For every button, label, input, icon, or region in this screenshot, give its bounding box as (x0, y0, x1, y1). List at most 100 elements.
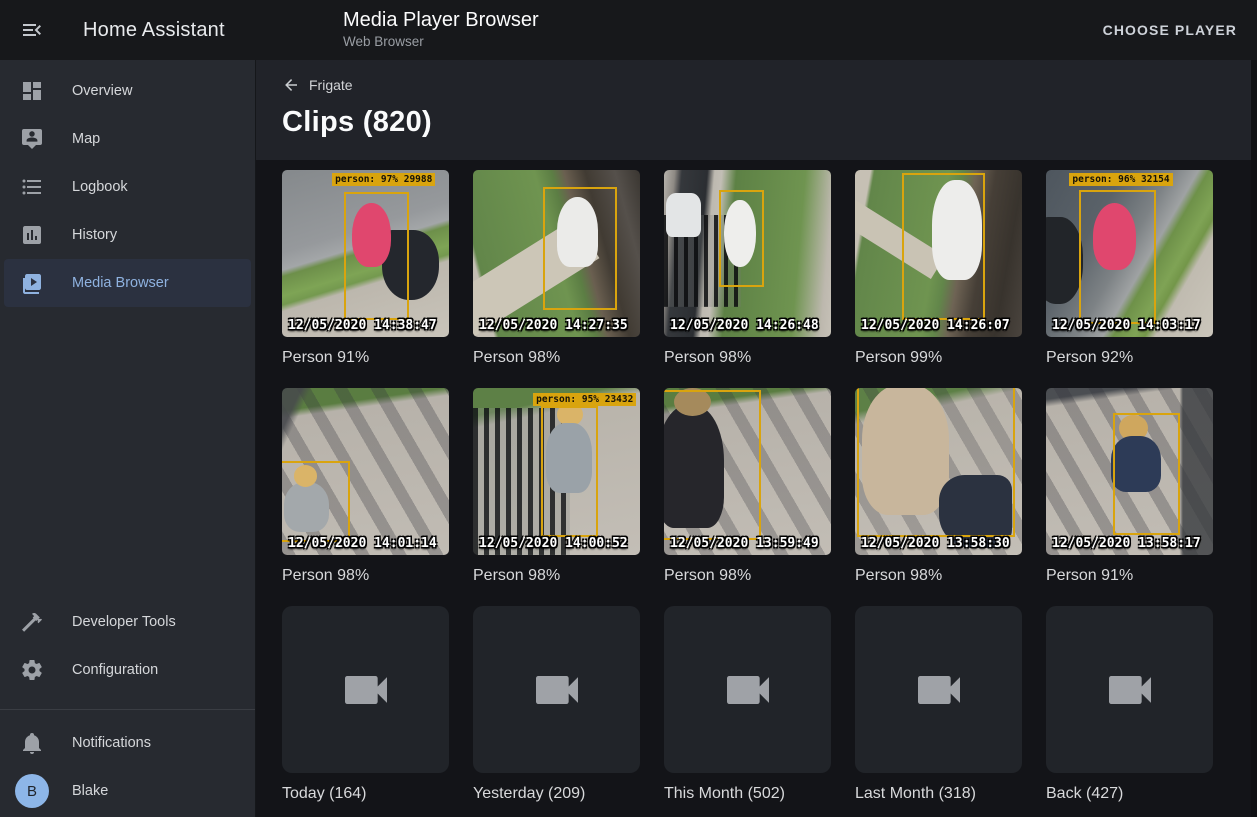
clip-timestamp-overlay: 12/05/2020 13:58:30 (861, 536, 1010, 551)
clip-caption: Person 98% (664, 349, 831, 367)
clip-thumbnail[interactable]: person: 97% 29988 12/05/2020 14:38:47 (282, 170, 449, 337)
play-box-multiple-icon (20, 271, 44, 295)
clip-timestamp-overlay: 12/05/2020 14:38:47 (288, 318, 437, 333)
clip-card: person: 97% 29988 12/05/2020 14:38:47 Pe… (282, 170, 449, 367)
clip-card: 12/05/2020 13:58:17 Person 91% (1046, 388, 1213, 585)
app-title: Home Assistant (83, 19, 225, 42)
video-icon (529, 662, 585, 718)
folder-card: This Month (502) (664, 606, 831, 803)
detection-label: person: 95% 23432 (533, 393, 636, 406)
clip-thumbnail[interactable]: person: 96% 32154 12/05/2020 14:03:17 (1046, 170, 1213, 337)
sidebar-item-user[interactable]: B Blake (0, 767, 255, 815)
sidebar-item-logbook[interactable]: Logbook (0, 163, 255, 211)
choose-player-button[interactable]: CHOOSE PLAYER (1095, 12, 1245, 48)
sidebar-item-overview[interactable]: Overview (0, 67, 255, 115)
folder-caption: Today (164) (282, 785, 449, 803)
clip-card: 12/05/2020 13:58:30 Person 98% (855, 388, 1022, 585)
folder-caption: This Month (502) (664, 785, 831, 803)
clip-card: 12/05/2020 14:26:07 Person 99% (855, 170, 1022, 367)
clip-thumbnail[interactable]: 12/05/2020 13:59:49 (664, 388, 831, 555)
page-header-subtitle: Web Browser (343, 34, 539, 49)
page-header-title: Media Player Browser (343, 8, 539, 32)
sidebar-nav: Overview Map Logbook History Media Brows… (0, 60, 255, 307)
sidebar-divider (0, 709, 255, 710)
clip-caption: Person 98% (473, 349, 640, 367)
sidebar-item-configuration[interactable]: Configuration (0, 646, 255, 694)
chart-box-icon (20, 223, 44, 247)
folder-thumbnail[interactable] (282, 606, 449, 773)
sidebar-toggle-button[interactable] (8, 6, 56, 54)
page-title: Clips (820) (282, 106, 1231, 139)
sidebar-nav-bottom: Developer Tools Configuration (0, 598, 255, 694)
format-list-bulleted-icon (20, 175, 44, 199)
folder-card: Last Month (318) (855, 606, 1022, 803)
scrollbar[interactable] (1251, 60, 1257, 817)
sidebar-item-map[interactable]: Map (0, 115, 255, 163)
folder-caption: Yesterday (209) (473, 785, 640, 803)
clip-thumbnail[interactable]: 12/05/2020 14:27:35 (473, 170, 640, 337)
clip-caption: Person 99% (855, 349, 1022, 367)
clip-card: 12/05/2020 14:27:35 Person 98% (473, 170, 640, 367)
player-header: Media Player Browser Web Browser (343, 8, 539, 49)
video-icon (338, 662, 394, 718)
cog-icon (20, 658, 44, 682)
detection-bounding-box (664, 390, 761, 540)
video-icon (911, 662, 967, 718)
sidebar-item-history[interactable]: History (0, 211, 255, 259)
detection-label: person: 97% 29988 (332, 173, 435, 186)
clip-thumbnail[interactable]: person: 95% 23432 12/05/2020 14:00:52 (473, 388, 640, 555)
clip-timestamp-overlay: 12/05/2020 14:03:17 (1052, 318, 1201, 333)
folder-caption: Last Month (318) (855, 785, 1022, 803)
folder-card: Yesterday (209) (473, 606, 640, 803)
clip-caption: Person 98% (855, 567, 1022, 585)
breadcrumb-back[interactable]: Frigate (282, 76, 353, 94)
clip-caption: Person 98% (282, 567, 449, 585)
detection-bounding-box (282, 461, 350, 541)
sidebar-spacer (0, 307, 255, 598)
folder-card: Back (427) (1046, 606, 1213, 803)
notifications-label: Notifications (72, 735, 151, 751)
clip-card: person: 95% 23432 12/05/2020 14:00:52 Pe… (473, 388, 640, 585)
video-icon (1102, 662, 1158, 718)
clip-timestamp-overlay: 12/05/2020 13:58:17 (1052, 536, 1201, 551)
detection-bounding-box (541, 406, 598, 536)
sidebar-item-developer-tools[interactable]: Developer Tools (0, 598, 255, 646)
sidebar-item-label: Media Browser (72, 275, 169, 291)
folder-thumbnail[interactable] (664, 606, 831, 773)
sidebar-item-label: Developer Tools (72, 614, 176, 630)
clip-timestamp-overlay: 12/05/2020 14:00:52 (479, 536, 628, 551)
folder-thumbnail[interactable] (473, 606, 640, 773)
sidebar-item-label: Configuration (72, 662, 158, 678)
clip-thumbnail[interactable]: 12/05/2020 14:26:07 (855, 170, 1022, 337)
clip-caption: Person 91% (282, 349, 449, 367)
clip-card: 12/05/2020 14:26:48 Person 98% (664, 170, 831, 367)
clip-caption: Person 91% (1046, 567, 1213, 585)
breadcrumb-label: Frigate (309, 77, 353, 93)
clip-timestamp-overlay: 12/05/2020 14:26:07 (861, 318, 1010, 333)
sidebar-item-label: Overview (72, 83, 132, 99)
sidebar-item-notifications[interactable]: Notifications (0, 719, 255, 767)
clip-caption: Person 98% (473, 567, 640, 585)
clip-timestamp-overlay: 12/05/2020 14:26:48 (670, 318, 819, 333)
bell-icon (20, 731, 44, 755)
sidebar-item-media-browser[interactable]: Media Browser (4, 259, 251, 307)
clip-timestamp-overlay: 12/05/2020 13:59:49 (670, 536, 819, 551)
sidebar-item-label: History (72, 227, 117, 243)
detection-bounding-box (543, 187, 616, 311)
folder-thumbnail[interactable] (855, 606, 1022, 773)
sidebar-footer: Notifications B Blake (0, 719, 255, 817)
detection-bounding-box (857, 388, 1016, 537)
clip-thumbnail[interactable]: 12/05/2020 14:26:48 (664, 170, 831, 337)
clip-thumbnail[interactable]: 12/05/2020 14:01:14 (282, 388, 449, 555)
clip-caption: Person 92% (1046, 349, 1213, 367)
clip-thumbnail[interactable]: 12/05/2020 13:58:30 (855, 388, 1022, 555)
sidebar-item-label: Map (72, 131, 100, 147)
content-body: person: 97% 29988 12/05/2020 14:38:47 Pe… (256, 160, 1257, 803)
clip-timestamp-overlay: 12/05/2020 14:27:35 (479, 318, 628, 333)
view-dashboard-icon (20, 79, 44, 103)
detection-bounding-box (1079, 190, 1156, 324)
folder-caption: Back (427) (1046, 785, 1213, 803)
clip-card: 12/05/2020 13:59:49 Person 98% (664, 388, 831, 585)
folder-thumbnail[interactable] (1046, 606, 1213, 773)
clip-thumbnail[interactable]: 12/05/2020 13:58:17 (1046, 388, 1213, 555)
